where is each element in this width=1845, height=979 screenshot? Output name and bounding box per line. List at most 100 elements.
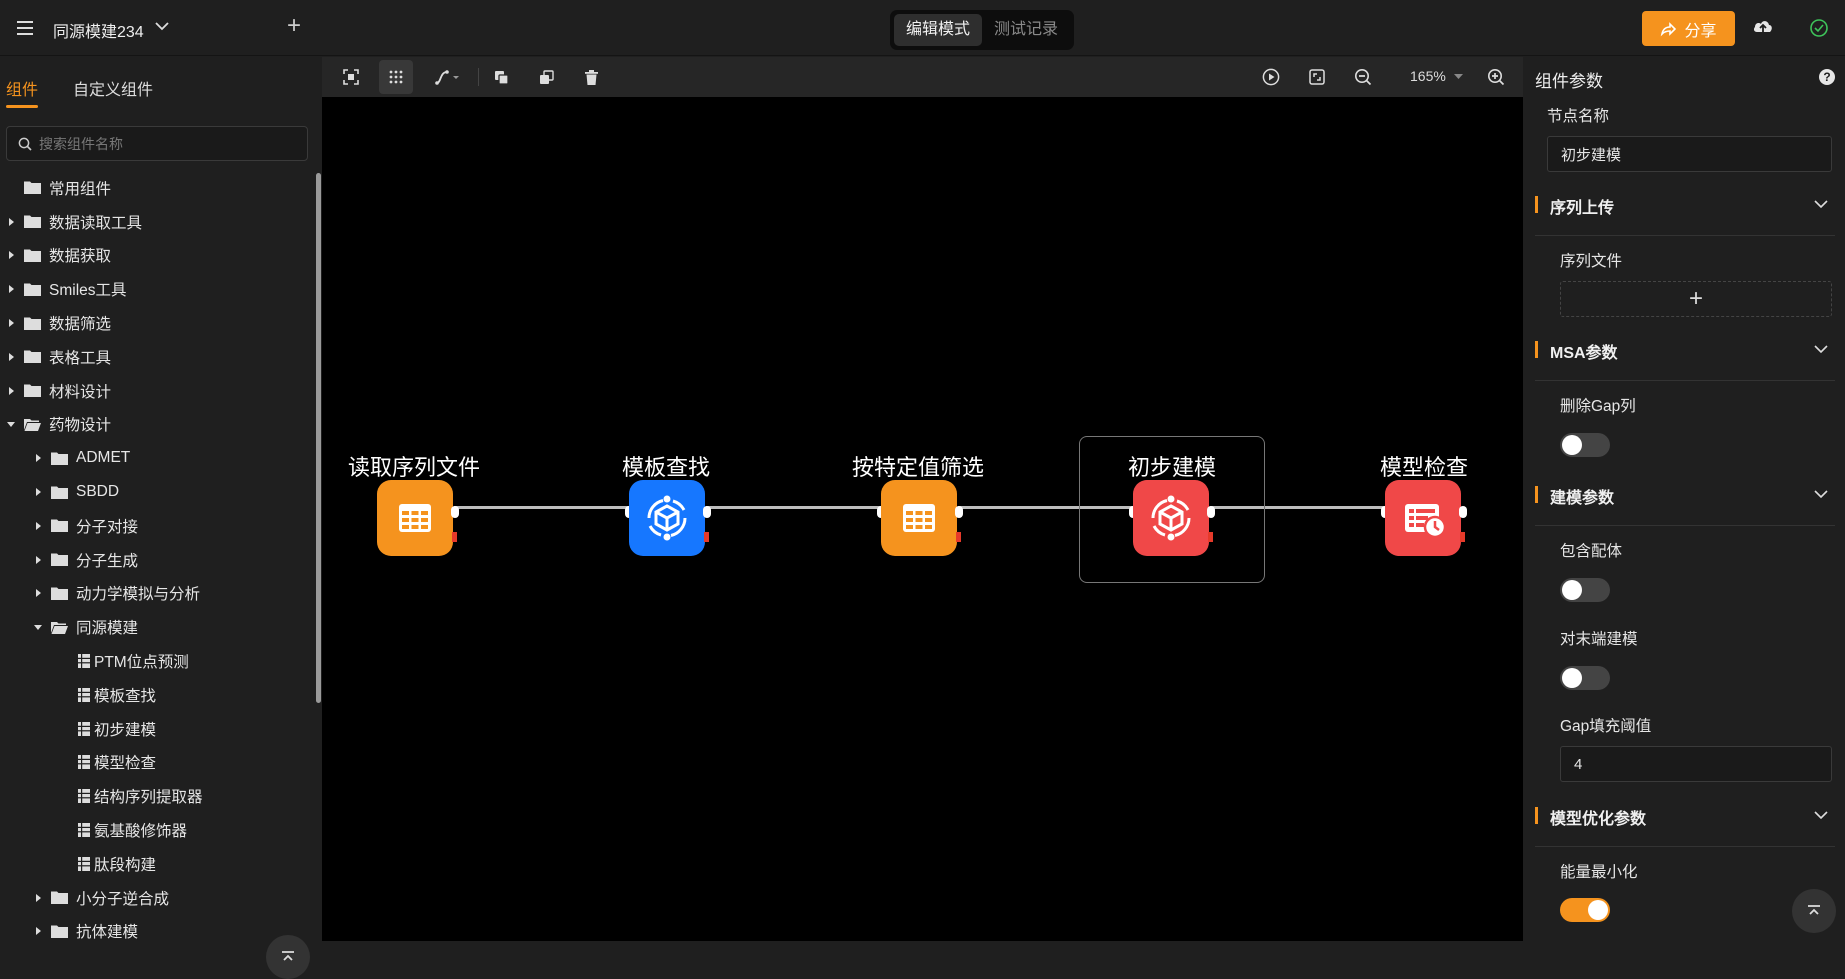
tree-folder[interactable]: 动力学模拟与分析 <box>0 577 316 611</box>
tree-folder[interactable]: 数据获取 <box>0 239 316 273</box>
caret-right-icon[interactable] <box>6 250 16 260</box>
search-icon <box>18 137 32 151</box>
folder-icon <box>24 215 41 229</box>
zoom-in-button[interactable] <box>1479 60 1513 94</box>
include-ligand-toggle[interactable] <box>1560 578 1610 602</box>
fit-selection-button[interactable] <box>334 60 368 94</box>
caret-right-icon[interactable] <box>33 521 43 531</box>
tree-folder[interactable]: 小分子逆合成 <box>0 881 316 915</box>
node-filter-by-value[interactable] <box>881 480 957 556</box>
tree-folder[interactable]: 药物设计 <box>0 408 316 442</box>
sidebar-scrollbar[interactable] <box>316 173 321 703</box>
add-plus-icon[interactable]: + <box>282 14 306 38</box>
output-port[interactable] <box>1459 506 1467 518</box>
tree-folder[interactable]: 抗体建模 <box>0 915 316 949</box>
zoom-out-button[interactable] <box>1346 60 1380 94</box>
node-model-check[interactable] <box>1385 480 1461 556</box>
tree-component[interactable]: PTM位点预测 <box>0 644 316 678</box>
caret-right-icon[interactable] <box>33 926 43 936</box>
tree-folder[interactable]: SBDD <box>0 475 316 509</box>
node-initial-modeling[interactable] <box>1133 480 1209 556</box>
tree-folder[interactable]: 同源模建 <box>0 610 316 644</box>
tree-folder[interactable]: 常用组件 <box>0 171 316 205</box>
node-template-search[interactable] <box>629 480 705 556</box>
hamburger-menu-icon[interactable] <box>14 18 36 38</box>
help-icon[interactable]: ? <box>1819 69 1835 85</box>
edge-style-dropdown[interactable] <box>426 60 470 94</box>
copy-button[interactable] <box>484 60 518 94</box>
tree-component[interactable]: 模型检查 <box>0 746 316 780</box>
edge-2-3[interactable] <box>706 506 882 509</box>
tree-folder[interactable]: 分子对接 <box>0 509 316 543</box>
run-button[interactable] <box>1254 60 1288 94</box>
output-port[interactable] <box>451 506 459 518</box>
chevron-down-icon[interactable] <box>152 16 172 36</box>
tree-component[interactable]: 肽段构建 <box>0 847 316 881</box>
tree-folder[interactable]: 数据读取工具 <box>0 205 316 239</box>
tree-folder[interactable]: 分子生成 <box>0 543 316 577</box>
caret-right-icon[interactable] <box>33 487 43 497</box>
caret-right-icon[interactable] <box>6 217 16 227</box>
tree-item-label: 初步建模 <box>94 721 157 739</box>
edge-1-2[interactable] <box>454 506 630 509</box>
delete-button[interactable] <box>574 60 608 94</box>
delete-gap-toggle[interactable] <box>1560 433 1610 457</box>
section-msa-params[interactable]: MSA参数 <box>1535 335 1835 365</box>
panel-scroll-to-top-button[interactable] <box>1792 889 1836 933</box>
tree-folder[interactable]: 数据筛选 <box>0 306 316 340</box>
share-button[interactable]: 分享 <box>1642 11 1735 46</box>
tab-edit-mode[interactable]: 编辑模式 <box>894 14 982 46</box>
tree-folder[interactable]: Smiles工具 <box>0 272 316 306</box>
node-name-input[interactable] <box>1547 136 1832 172</box>
section-title: 建模参数 <box>1550 490 1615 507</box>
tab-custom-components[interactable]: 自定义组件 <box>73 76 153 100</box>
caret-right-icon[interactable] <box>6 386 16 396</box>
gap-threshold-input[interactable] <box>1560 746 1832 782</box>
caret-right-icon[interactable] <box>33 588 43 598</box>
grid-toggle-button[interactable] <box>379 60 413 94</box>
tree-folder[interactable]: 材料设计 <box>0 374 316 408</box>
tab-test-records[interactable]: 测试记录 <box>982 14 1070 46</box>
folder-icon <box>51 891 68 905</box>
node-read-sequence-file[interactable] <box>377 480 453 556</box>
output-port[interactable] <box>955 506 963 518</box>
tree-folder[interactable]: ADMET <box>0 441 316 475</box>
tree-component[interactable]: 模板查找 <box>0 678 316 712</box>
terminal-modeling-toggle[interactable] <box>1560 666 1610 690</box>
energy-min-toggle[interactable] <box>1560 898 1610 922</box>
caret-right-icon[interactable] <box>6 318 16 328</box>
saved-check-icon <box>1810 19 1828 37</box>
section-optimization-params[interactable]: 模型优化参数 <box>1535 801 1835 831</box>
tree-component[interactable]: 初步建模 <box>0 712 316 746</box>
paste-button[interactable] <box>529 60 563 94</box>
mode-switch: 编辑模式 测试记录 <box>890 10 1074 50</box>
caret-right-icon[interactable] <box>6 352 16 362</box>
cloud-upload-icon[interactable] <box>1752 16 1774 38</box>
caret-right-icon[interactable] <box>6 284 16 294</box>
node-label-template-search: 模板查找 <box>621 455 710 480</box>
caret-down-icon[interactable] <box>33 622 43 632</box>
tree-folder[interactable]: 表格工具 <box>0 340 316 374</box>
tree-item-label: 肽段构建 <box>94 856 157 874</box>
chevron-down-icon <box>1814 811 1828 820</box>
zoom-dropdown-caret-icon[interactable] <box>1454 74 1463 80</box>
search-input[interactable] <box>39 127 299 160</box>
tab-components[interactable]: 组件 <box>6 76 38 100</box>
output-port[interactable] <box>703 506 711 518</box>
fit-view-button[interactable] <box>1300 60 1334 94</box>
section-build-params[interactable]: 建模参数 <box>1535 480 1835 510</box>
scroll-to-top-button[interactable] <box>266 935 310 979</box>
tree-component[interactable]: 结构序列提取器 <box>0 779 316 813</box>
sequence-file-upload[interactable]: + <box>1560 281 1832 317</box>
caret-right-icon[interactable] <box>33 555 43 565</box>
zoom-level[interactable]: 165% <box>1410 68 1446 84</box>
output-port[interactable] <box>1207 506 1215 518</box>
tree-component[interactable]: 氨基酸修饰器 <box>0 813 316 847</box>
caret-right-icon[interactable] <box>33 453 43 463</box>
node-label-read-sequence: 读取序列文件 <box>347 455 480 480</box>
project-title[interactable]: 同源模建234 <box>53 18 144 42</box>
section-sequence-upload[interactable]: 序列上传 <box>1535 190 1835 220</box>
caret-down-icon[interactable] <box>6 419 16 429</box>
cube-cycle-icon <box>1151 495 1191 541</box>
caret-right-icon[interactable] <box>33 893 43 903</box>
